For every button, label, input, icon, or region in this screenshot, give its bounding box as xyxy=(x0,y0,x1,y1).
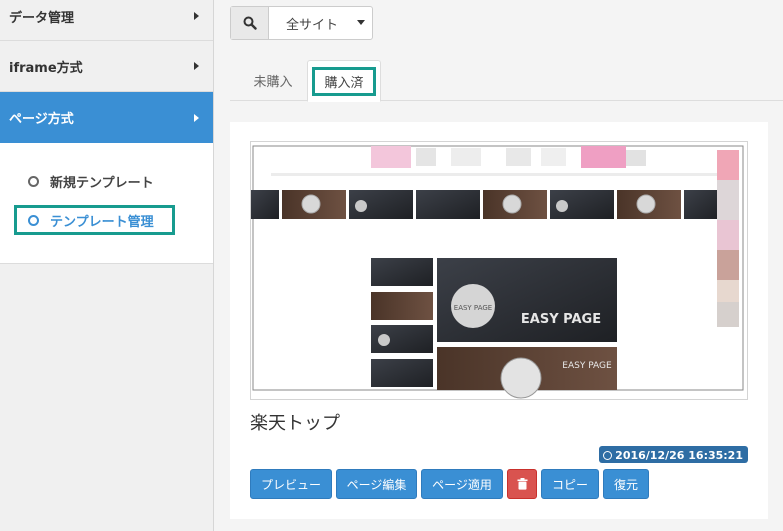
sidebar-item-page-method[interactable]: ページ方式 xyxy=(0,92,213,143)
submenu-new-template[interactable]: 新規テンプレート xyxy=(28,169,213,193)
action-buttons: プレビュー ページ編集 ページ適用 コピー 復元 xyxy=(250,469,653,499)
caret-right-icon xyxy=(194,62,199,70)
template-preview-image: EASY PAGE EASY PAGE EASY PAGE xyxy=(251,145,744,399)
sidebar-item-label: ページ方式 xyxy=(9,112,74,127)
preview-sub-text: EASY PAGE xyxy=(562,361,612,371)
dropdown-arrow-icon xyxy=(357,20,365,25)
caret-right-icon xyxy=(194,113,199,122)
template-title: 楽天トップ xyxy=(250,413,340,434)
tab-unpurchased[interactable]: 未購入 xyxy=(236,60,310,101)
timestamp-badge: 2016/12/26 16:35:21 xyxy=(599,446,748,463)
search-icon xyxy=(243,16,257,30)
sidebar-item-label: iframe方式 xyxy=(9,60,83,76)
preview-banner-text: EASY PAGE xyxy=(521,312,601,327)
preview-button[interactable]: プレビュー xyxy=(250,469,332,499)
preview-logo-text: EASY PAGE xyxy=(454,304,492,312)
template-thumbnail[interactable]: EASY PAGE EASY PAGE EASY PAGE xyxy=(250,141,748,400)
submenu-label: 新規テンプレート xyxy=(50,175,154,191)
apply-page-button[interactable]: ページ適用 xyxy=(421,469,503,499)
sidebar: データ管理 iframe方式 ページ方式 新規テンプレート テンプレート管理 xyxy=(0,0,214,531)
site-select-value: 全サイト xyxy=(286,17,339,33)
clock-icon xyxy=(603,450,613,460)
circle-icon xyxy=(28,214,39,226)
sidebar-item-data-management[interactable]: データ管理 xyxy=(0,0,213,41)
tab-purchased[interactable]: 購入済 xyxy=(307,60,381,102)
tab-label: 未購入 xyxy=(253,75,293,90)
template-card: EASY PAGE EASY PAGE EASY PAGE 楽天トップ 2016… xyxy=(230,122,768,519)
sidebar-item-iframe[interactable]: iframe方式 xyxy=(0,41,213,92)
delete-button[interactable] xyxy=(507,469,537,499)
timestamp-text: 2016/12/26 16:35:21 xyxy=(615,448,743,462)
edit-page-button[interactable]: ページ編集 xyxy=(336,469,417,499)
submenu-label: テンプレート管理 xyxy=(50,214,154,230)
sidebar-item-label: データ管理 xyxy=(9,11,75,26)
circle-icon xyxy=(28,175,39,187)
caret-right-icon xyxy=(194,12,199,20)
sidebar-submenu: 新規テンプレート テンプレート管理 xyxy=(0,143,213,264)
restore-button[interactable]: 復元 xyxy=(603,469,649,499)
copy-button[interactable]: コピー xyxy=(541,469,599,499)
tab-label: 購入済 xyxy=(312,66,376,96)
search-button[interactable] xyxy=(231,7,269,39)
search-group: 全サイト xyxy=(230,6,373,40)
trash-icon xyxy=(517,478,527,490)
submenu-template-management[interactable]: テンプレート管理 xyxy=(14,205,175,235)
tab-bar: 未購入 購入済 xyxy=(230,60,783,102)
site-select[interactable]: 全サイト xyxy=(269,7,372,39)
